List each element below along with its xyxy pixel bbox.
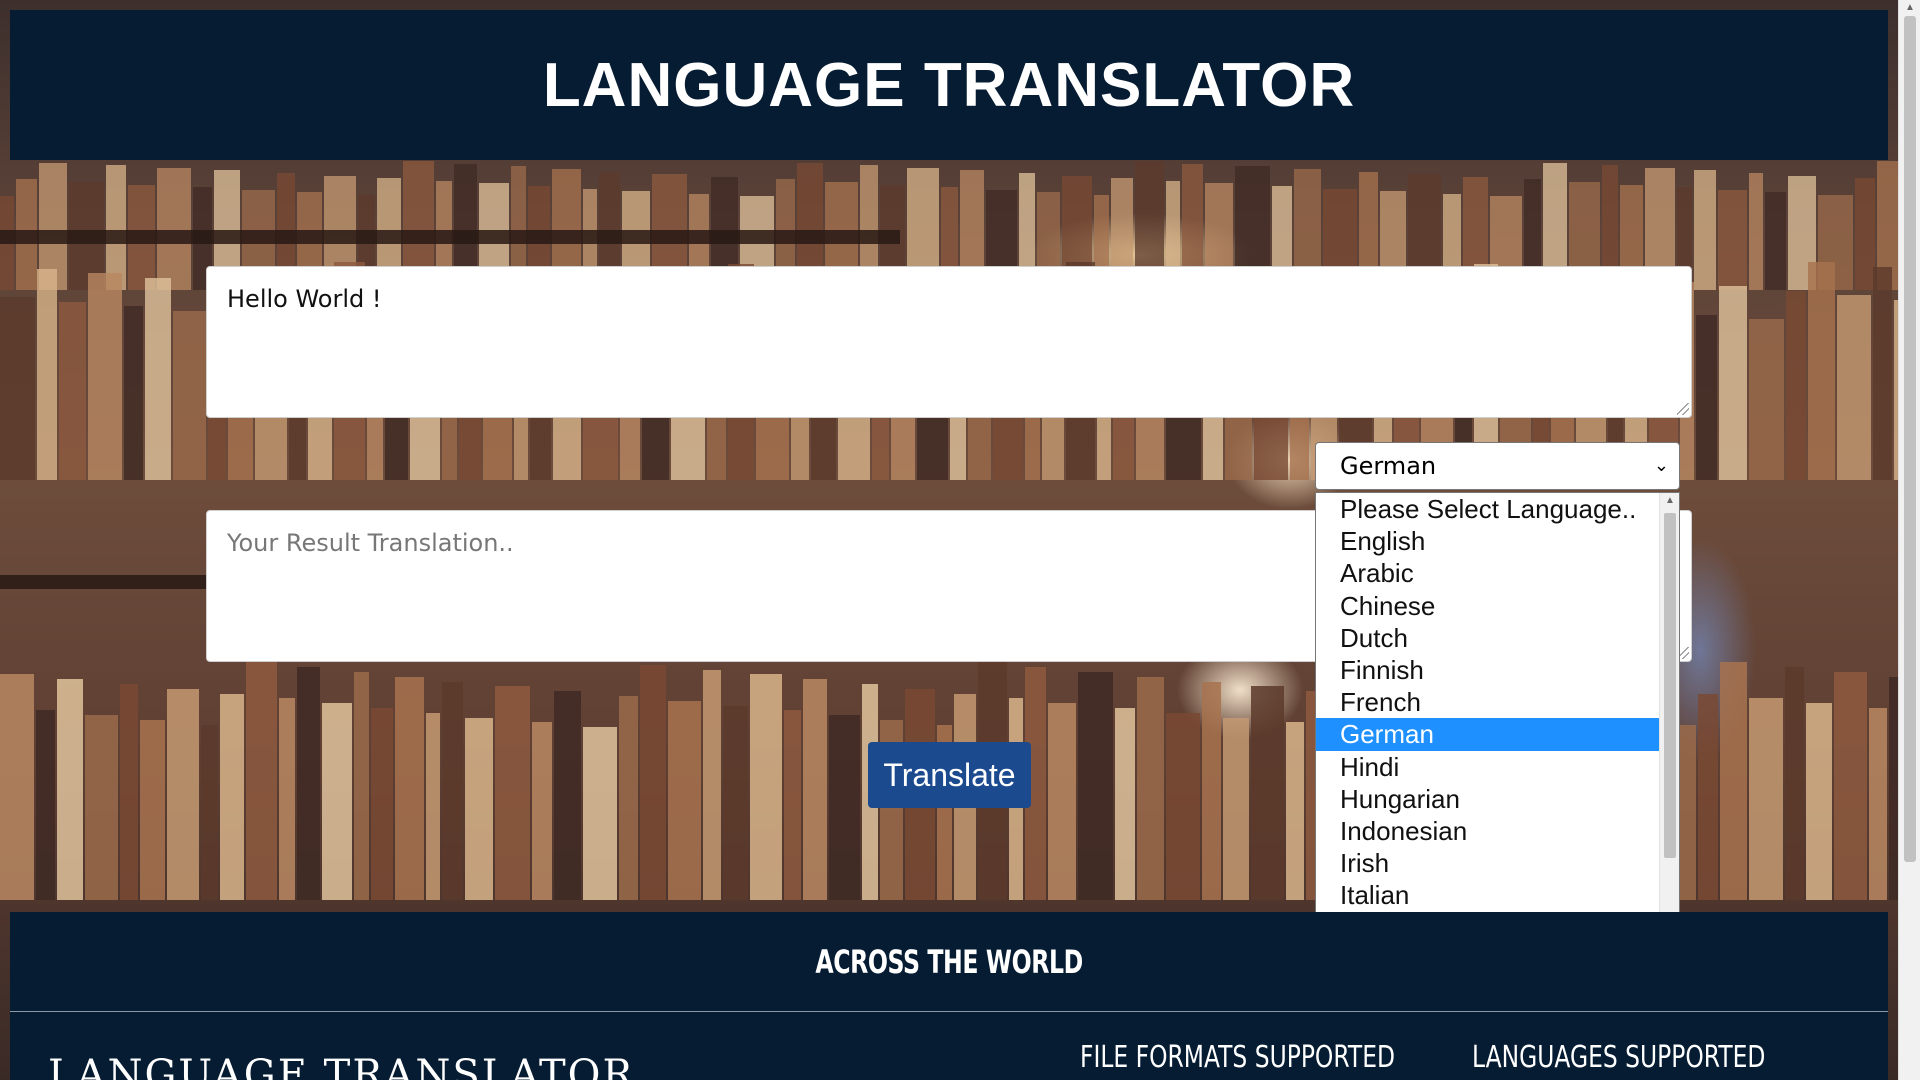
- book-spine: [583, 727, 617, 900]
- book-spine: [85, 715, 118, 900]
- book-spine: [1869, 708, 1887, 900]
- book-spine: [640, 665, 666, 900]
- language-option[interactable]: Italian: [1316, 879, 1659, 911]
- book-spine: [495, 686, 530, 900]
- book-spine: [1834, 672, 1867, 900]
- language-option[interactable]: Finnish: [1316, 654, 1659, 686]
- book-spine: [1749, 698, 1783, 900]
- book-spine: [1837, 295, 1871, 480]
- across-the-world-heading: ACROSS THE WORLD: [815, 942, 1083, 981]
- book-spine: [1719, 286, 1747, 480]
- book-spine: [1078, 672, 1113, 900]
- book-spine: [322, 703, 352, 900]
- book-spine: [0, 297, 35, 480]
- book-spine: [297, 667, 320, 900]
- book-spine: [750, 674, 782, 900]
- book-spine: [1749, 319, 1784, 480]
- scroll-up-arrow-icon[interactable]: ▲: [1905, 2, 1915, 13]
- book-spine: [36, 710, 55, 900]
- across-the-world-band: ACROSS THE WORLD: [10, 912, 1888, 1012]
- page-scrollbar[interactable]: ▲: [1898, 0, 1920, 1080]
- book-spine: [201, 725, 218, 900]
- book-spine: [371, 708, 393, 900]
- book-spine: [1696, 315, 1717, 480]
- footer: LANGUAGE TRANSLATOR FILE FORMATS SUPPORT…: [10, 1012, 1888, 1080]
- language-select-value: German: [1340, 452, 1437, 480]
- book-spine: [1286, 722, 1304, 900]
- book-spine: [1223, 718, 1249, 900]
- languages-supported-heading: LANGUAGES SUPPORTED: [1472, 1040, 1766, 1075]
- book-spine: [619, 696, 638, 900]
- language-option[interactable]: French: [1316, 686, 1659, 718]
- language-option[interactable]: Please Select Language..: [1316, 493, 1659, 525]
- book-spine: [1048, 703, 1076, 900]
- language-option[interactable]: Arabic: [1316, 557, 1659, 589]
- book-spine: [120, 684, 138, 900]
- book-spine: [1166, 713, 1200, 900]
- book-spine: [465, 718, 493, 900]
- book-spine: [57, 679, 83, 900]
- book-spine: [88, 273, 122, 480]
- source-text-input[interactable]: Hello World !: [206, 266, 1692, 418]
- book-spine: [279, 698, 295, 900]
- book-spine: [554, 691, 581, 900]
- book-spine: [59, 302, 86, 480]
- book-spine: [1137, 677, 1164, 900]
- book-spine: [354, 672, 369, 900]
- page-scroll-thumb[interactable]: [1904, 16, 1916, 862]
- book-spine: [1202, 682, 1221, 900]
- translate-button[interactable]: Translate: [868, 742, 1031, 808]
- resize-handle[interactable]: [1677, 403, 1689, 415]
- book-spine: [124, 306, 143, 480]
- result-placeholder: Your Result Translation..: [227, 529, 514, 557]
- book-spine: [1889, 677, 1898, 900]
- book-spine: [167, 689, 199, 900]
- shelf: [0, 230, 900, 244]
- language-select[interactable]: German ⌄: [1315, 442, 1680, 490]
- page-title: LANGUAGE TRANSLATOR: [542, 50, 1356, 120]
- book-spine: [37, 269, 57, 480]
- book-spine: [1785, 667, 1804, 900]
- book-spine: [703, 670, 721, 900]
- book-spine: [145, 278, 171, 480]
- book-spine: [0, 674, 34, 900]
- language-option[interactable]: Dutch: [1316, 622, 1659, 654]
- book-spine: [803, 679, 827, 900]
- book-spine: [395, 677, 424, 900]
- language-option[interactable]: Irish: [1316, 847, 1659, 879]
- book-spine: [1720, 662, 1747, 900]
- book-spine: [1698, 694, 1718, 900]
- book-spine: [246, 662, 277, 900]
- book-spine: [532, 722, 552, 900]
- book-spine: [668, 701, 701, 900]
- book-spine: [784, 710, 801, 900]
- book-spine: [1806, 703, 1832, 900]
- dropdown-scroll-thumb[interactable]: [1664, 513, 1676, 858]
- source-text-value: Hello World !: [227, 285, 382, 313]
- book-spine: [1873, 267, 1892, 480]
- book-spine: [723, 706, 748, 900]
- language-option[interactable]: English: [1316, 525, 1659, 557]
- file-formats-heading: FILE FORMATS SUPPORTED: [1080, 1040, 1395, 1075]
- book-spine: [220, 694, 244, 900]
- language-option[interactable]: German: [1316, 718, 1659, 751]
- book-spine: [442, 682, 463, 900]
- chevron-down-icon: ⌄: [1653, 455, 1669, 476]
- book-spine: [1808, 262, 1835, 480]
- language-option[interactable]: Indonesian: [1316, 815, 1659, 847]
- language-option[interactable]: Hungarian: [1316, 783, 1659, 815]
- book-spine: [173, 311, 206, 480]
- app-header: LANGUAGE TRANSLATOR: [10, 10, 1888, 160]
- footer-brand: LANGUAGE TRANSLATOR: [48, 1052, 635, 1080]
- book-spine: [829, 715, 860, 900]
- language-option[interactable]: Chinese: [1316, 590, 1659, 622]
- book-spine: [1115, 708, 1135, 900]
- book-spine: [426, 713, 440, 900]
- book-spine: [1251, 686, 1284, 900]
- book-spine: [1786, 291, 1806, 480]
- scroll-up-arrow-icon[interactable]: ▲: [1665, 495, 1675, 506]
- language-option[interactable]: Hindi: [1316, 751, 1659, 783]
- book-spine: [140, 720, 165, 900]
